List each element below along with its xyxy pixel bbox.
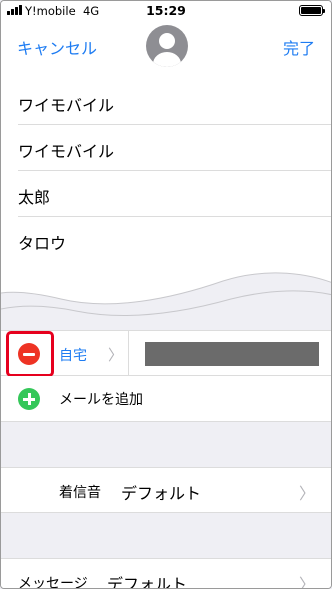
- given-name-field[interactable]: 太郎: [18, 171, 331, 217]
- battery-icon: [299, 5, 325, 16]
- status-time: 15:29: [146, 3, 186, 18]
- phone-number-field[interactable]: [145, 342, 319, 366]
- nav-bar: キャンセル 完了: [1, 21, 331, 77]
- ringtone-value: デフォルト: [121, 484, 202, 503]
- message-tone-row[interactable]: メッセージ デフォルト 〉: [1, 558, 331, 589]
- add-mail-icon[interactable]: [18, 388, 40, 410]
- chevron-right-icon: 〉: [298, 484, 315, 503]
- given-name-reading-field[interactable]: タロウ: [18, 217, 331, 263]
- first-name-field[interactable]: ワイモバイル: [18, 125, 331, 171]
- ringtone-row[interactable]: 着信音 デフォルト 〉: [1, 467, 331, 513]
- phone-label-button[interactable]: 自宅: [59, 345, 87, 365]
- add-mail-label: メールを追加: [59, 392, 143, 408]
- torn-edge-divider: [1, 261, 331, 321]
- divider: [128, 331, 129, 375]
- status-bar: Y!mobile 4G 15:29: [1, 1, 331, 21]
- chevron-right-icon: 〉: [108, 346, 124, 364]
- name-fields: ワイモバイル ワイモバイル 太郎 タロウ: [1, 77, 331, 273]
- message-tone-label: メッセージ: [18, 576, 88, 589]
- avatar[interactable]: [146, 25, 188, 67]
- add-mail-row[interactable]: メールを追加: [1, 376, 331, 422]
- done-button[interactable]: 完了: [283, 35, 315, 59]
- last-name-field[interactable]: ワイモバイル: [18, 79, 331, 125]
- ringtone-label: 着信音: [59, 485, 101, 501]
- phone-row: 自宅 〉: [1, 330, 331, 377]
- cancel-button[interactable]: キャンセル: [17, 35, 97, 59]
- message-tone-value: デフォルト: [107, 575, 188, 589]
- contact-edit-screen: Y!mobile 4G 15:29 キャンセル 完了 ワイモバイル ワイモバイル…: [0, 0, 332, 589]
- chevron-right-icon: 〉: [298, 575, 315, 589]
- highlight-frame: [6, 331, 54, 377]
